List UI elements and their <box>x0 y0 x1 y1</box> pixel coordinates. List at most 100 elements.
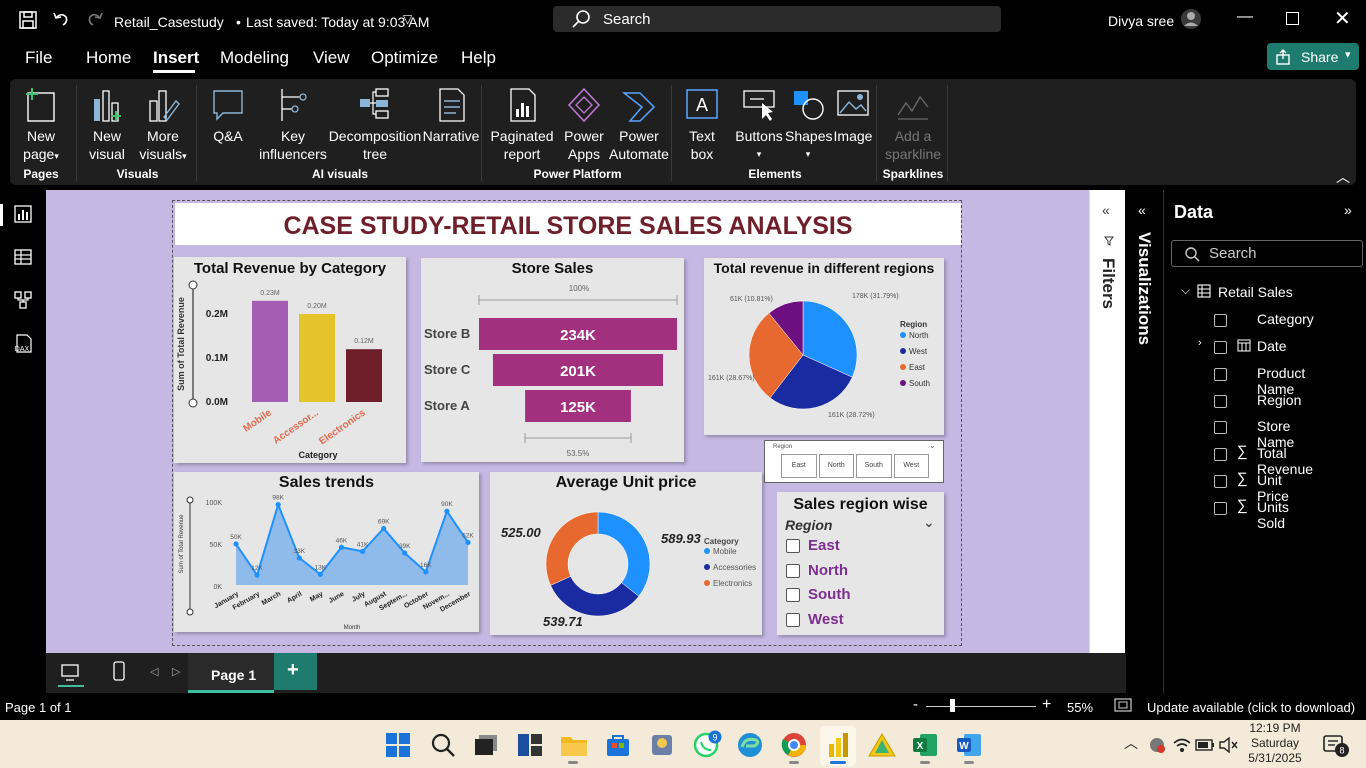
fit-to-page-icon[interactable] <box>1114 698 1132 712</box>
power-automate-button[interactable]: Power Automate <box>607 87 671 163</box>
trend-point[interactable] <box>254 572 260 578</box>
file-explorer-icon[interactable] <box>560 733 588 757</box>
widgets-icon[interactable] <box>517 733 543 757</box>
legend-item[interactable]: Accessories <box>713 563 756 572</box>
warning-app-icon[interactable] <box>868 732 896 758</box>
region-slicer-top[interactable]: Region ⌄ East North South West <box>764 440 944 483</box>
chevron-down-icon[interactable]: ⌵ <box>1181 283 1190 298</box>
edge-icon[interactable] <box>736 731 764 759</box>
zoom-out-button[interactable]: - <box>913 696 918 713</box>
slicer-tile-north[interactable]: North <box>818 454 854 478</box>
add-sparkline-button[interactable]: Add a sparkline <box>882 87 944 163</box>
user-name[interactable]: Divya sree <box>1108 13 1174 29</box>
trend-point[interactable] <box>317 571 323 577</box>
notification-icon[interactable]: 8 <box>1322 733 1352 759</box>
task-view-icon[interactable] <box>473 733 499 757</box>
expand-filters-icon[interactable]: « <box>1102 202 1110 218</box>
slicer-option-south[interactable]: South <box>786 586 851 603</box>
chevron-right-icon[interactable]: › <box>1198 337 1202 349</box>
trend-point[interactable] <box>296 555 302 561</box>
undo-icon[interactable] <box>52 10 70 28</box>
field-category[interactable]: Category <box>1214 311 1314 331</box>
checkbox[interactable] <box>1214 313 1227 327</box>
checkbox[interactable] <box>1214 420 1227 434</box>
field-total-revenue[interactable]: ∑ Total Revenue <box>1214 443 1313 477</box>
checkbox[interactable] <box>1214 447 1227 461</box>
donut-slice-0[interactable] <box>597 511 651 597</box>
next-page-icon[interactable]: ▷ <box>172 665 180 678</box>
chevron-down-icon[interactable]: ⌄ <box>923 514 935 531</box>
avg-unit-price-card[interactable]: Average Unit price 589.93 539.71 525.00 … <box>490 472 762 635</box>
slicer-option-east[interactable]: East <box>786 537 840 554</box>
expand-visualizations-icon[interactable]: « <box>1138 202 1146 218</box>
update-notice[interactable]: Update available (click to download) <box>1147 700 1355 715</box>
maximize-icon[interactable] <box>1286 12 1299 25</box>
sales-trends-card[interactable]: Sales trends Sum of Total Revenue 100K 5… <box>174 472 479 632</box>
checkbox[interactable] <box>786 539 800 554</box>
clock[interactable]: 12:19 PM Saturday 5/31/2025 <box>1244 721 1306 766</box>
checkbox[interactable] <box>1214 474 1227 488</box>
checkbox[interactable] <box>786 613 800 628</box>
bar-2[interactable] <box>346 349 382 402</box>
slicer-tile-east[interactable]: East <box>781 454 817 478</box>
app-icon[interactable] <box>649 732 675 758</box>
menu-home[interactable]: Home <box>86 48 131 68</box>
qa-button[interactable]: Q&A <box>208 87 248 145</box>
new-visual-button[interactable]: New visual <box>85 87 129 163</box>
trend-point[interactable] <box>423 569 429 575</box>
prev-page-icon[interactable]: ◁ <box>150 665 158 678</box>
trend-point[interactable] <box>275 502 281 508</box>
menu-file[interactable]: File <box>25 48 52 68</box>
field-store-name[interactable]: Store Name <box>1214 418 1294 450</box>
windows-start-icon[interactable] <box>385 732 411 758</box>
table-name[interactable]: Retail Sales <box>1218 284 1293 300</box>
buttons-button[interactable]: Buttons ▾ <box>729 87 789 163</box>
field-units-sold[interactable]: ∑ Units Sold <box>1214 497 1289 531</box>
legend-item[interactable]: Electronics <box>713 579 752 588</box>
new-page-button[interactable]: New page▾ <box>16 87 66 165</box>
store-sales-card[interactable]: Store Sales 100% 234K Store B 201K Store C1… <box>421 258 684 462</box>
menu-help[interactable]: Help <box>461 48 496 68</box>
share-button[interactable]: Share ▾ <box>1267 43 1359 70</box>
chevron-down-icon[interactable]: ⌄ <box>929 441 936 450</box>
trend-point[interactable] <box>444 508 450 514</box>
trend-point[interactable] <box>233 541 239 547</box>
field-region[interactable]: Region <box>1214 392 1301 412</box>
legend-item[interactable]: East <box>909 363 926 372</box>
regions-pie-card[interactable]: Total revenue in different regions 178K … <box>704 258 944 435</box>
slicer-tile-south[interactable]: South <box>856 454 892 478</box>
bar-0[interactable] <box>252 300 288 402</box>
legend-item[interactable]: Mobile <box>713 547 737 556</box>
text-box-button[interactable]: A Text box <box>681 87 723 163</box>
collapse-data-pane-icon[interactable]: » <box>1344 202 1352 218</box>
field-date[interactable]: Date <box>1214 338 1287 358</box>
paginated-report-button[interactable]: Paginated report <box>489 87 555 163</box>
image-button[interactable]: Image <box>831 87 875 145</box>
revenue-by-category-card[interactable]: Total Revenue by Category Sum of Total R… <box>174 257 406 463</box>
checkbox[interactable] <box>1214 501 1227 515</box>
legend-item[interactable]: West <box>909 347 928 356</box>
checkbox[interactable] <box>1214 367 1227 381</box>
microsoft-store-icon[interactable] <box>605 733 631 757</box>
search-icon[interactable] <box>430 732 456 758</box>
donut-slice-2[interactable] <box>545 511 599 586</box>
table-view-icon[interactable] <box>13 247 33 267</box>
zoom-level[interactable]: 55% <box>1067 700 1093 715</box>
menu-optimize[interactable]: Optimize <box>371 48 438 68</box>
filters-pane[interactable]: « Filters <box>1089 190 1125 653</box>
wifi-icon[interactable] <box>1173 737 1191 753</box>
zoom-in-button[interactable]: + <box>1042 696 1051 714</box>
redo-icon[interactable] <box>86 10 104 28</box>
trend-point[interactable] <box>338 544 345 550</box>
chevron-up-icon[interactable]: ︿ <box>1124 733 1138 753</box>
chevron-down-icon[interactable]: ▽ <box>403 12 412 26</box>
report-view-icon[interactable] <box>13 204 33 224</box>
slicer-option-north[interactable]: North <box>786 562 848 579</box>
dax-query-view-icon[interactable]: DAX <box>11 332 35 356</box>
checkbox[interactable] <box>1214 394 1227 408</box>
decomposition-tree-button[interactable]: Decomposition tree <box>328 87 422 163</box>
volume-muted-icon[interactable] <box>1218 737 1238 753</box>
whatsapp-icon[interactable]: 9 <box>693 730 723 760</box>
trend-point[interactable] <box>402 550 408 556</box>
save-icon[interactable] <box>18 10 38 30</box>
